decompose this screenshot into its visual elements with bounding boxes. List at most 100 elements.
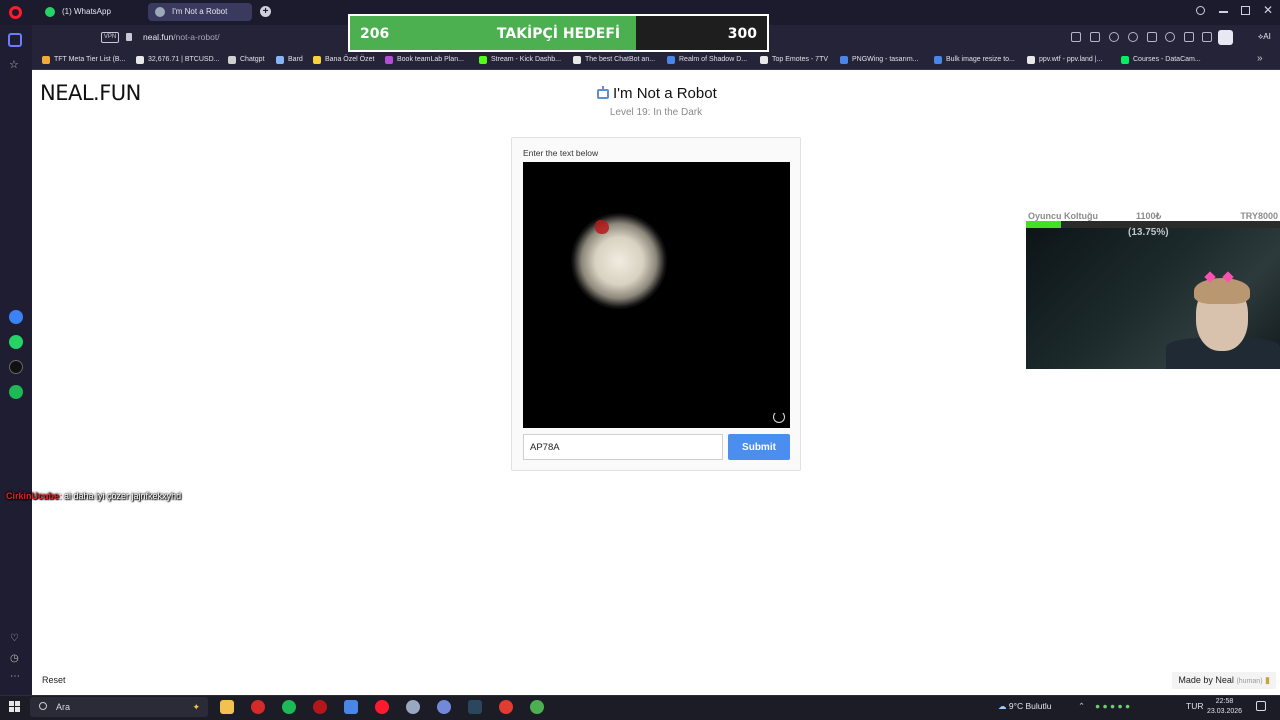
new-tab-button[interactable]: + <box>260 6 271 17</box>
opera-menu-icon[interactable] <box>9 6 22 19</box>
bookmark-item[interactable]: Bulk image resize to... <box>934 54 1015 66</box>
favorites-icon[interactable]: ♡ <box>10 633 19 644</box>
weather-text: 9°C Bulutlu <box>1008 701 1052 711</box>
start-button[interactable] <box>9 701 21 713</box>
bookmark-item[interactable]: The best ChatBot an... <box>573 54 655 66</box>
follower-goal-target: 300 <box>727 26 757 42</box>
captcha-card: Enter the text below Submit <box>511 137 801 471</box>
more-icon[interactable]: ⋯ <box>10 671 20 682</box>
bookmark-item[interactable]: TFT Meta Tier List (B... <box>42 54 125 66</box>
home-icon[interactable] <box>8 33 22 47</box>
reset-button[interactable]: Reset <box>36 673 72 687</box>
neal-fun-logo[interactable]: NEAL.FUN <box>40 81 141 105</box>
bookmarks-overflow-icon[interactable]: » <box>1257 53 1263 64</box>
donation-goal-max: TRY8000 <box>1240 211 1278 221</box>
bookmark-item[interactable]: Chatgpt <box>228 54 265 66</box>
bookmark-favicon-icon <box>42 56 50 64</box>
app-icon[interactable] <box>313 700 327 714</box>
spotify-icon[interactable] <box>9 385 23 399</box>
menu-icon[interactable] <box>1202 32 1212 42</box>
donation-goal-name: Oyuncu Koltuğu <box>1028 211 1098 221</box>
shield-icon[interactable] <box>1109 32 1119 42</box>
opera-taskbar-icon[interactable] <box>375 700 389 714</box>
bookmark-label: Chatgpt <box>240 56 265 63</box>
close-icon[interactable]: ✕ <box>1263 3 1273 17</box>
tray-overflow-icon[interactable]: ⌃ <box>1078 701 1085 712</box>
x-twitter-icon[interactable] <box>9 360 23 374</box>
bookmark-item[interactable]: Stream - Kick Dashb... <box>479 54 561 66</box>
donation-goal-bar: Oyuncu Koltuğu 1100₺ TRY8000 <box>1026 211 1280 228</box>
clock-time: 22:58 <box>1215 698 1234 705</box>
steam-icon[interactable] <box>468 700 482 714</box>
bookmark-favicon-icon <box>313 56 321 64</box>
notification-icon[interactable] <box>1256 701 1266 711</box>
tray-apps-icon[interactable]: ● ● ● ● ● <box>1095 701 1130 711</box>
history-icon[interactable]: ◷ <box>10 653 19 664</box>
cloud-icon: ☁ <box>998 701 1007 711</box>
captcha-answer-input[interactable] <box>523 434 723 460</box>
captcha-image[interactable] <box>523 162 790 428</box>
webcam-feed <box>1026 228 1280 369</box>
tab-label: I'm Not a Robot <box>172 7 228 16</box>
search-icon <box>39 702 47 710</box>
chat-username: CirkinUcube <box>6 491 60 501</box>
bookmark-label: Realm of Shadow D... <box>679 56 748 63</box>
whatsapp-sidebar-icon[interactable] <box>9 335 23 349</box>
url-field[interactable]: neal.fun/not-a-robot/ <box>143 31 220 43</box>
heart-icon[interactable] <box>1165 32 1175 42</box>
neal-fun-page: NEAL.FUN I'm Not a Robot Level 19: In th… <box>32 71 1280 695</box>
bookmark-item[interactable]: Courses - DataCam... <box>1121 54 1201 66</box>
taskbar-clock[interactable]: 22:58 23.03.2026 <box>1207 697 1242 717</box>
minimize-icon[interactable] <box>1219 11 1228 13</box>
bookmark-item[interactable]: Top Emotes - 7TV <box>760 54 828 66</box>
extension-icon[interactable] <box>1128 32 1138 42</box>
bookmark-label: Bana Özel Özet <box>325 56 375 63</box>
bookmark-item[interactable]: Realm of Shadow D... <box>667 54 747 66</box>
bookmark-item[interactable]: Bard <box>276 54 303 66</box>
taskbar-search[interactable]: Ara ✦ <box>30 697 208 717</box>
bookmark-label: The best ChatBot an... <box>585 56 656 63</box>
input-language[interactable]: TUR <box>1186 701 1203 711</box>
lock-icon[interactable] <box>126 33 132 41</box>
refresh-icon[interactable] <box>773 411 785 423</box>
bookmark-item[interactable]: Book teamLab Plan... <box>385 54 464 66</box>
made-by-badge[interactable]: Made by Neal (human) ▮ <box>1172 672 1276 689</box>
weather-widget[interactable]: ☁ 9°C Bulutlu <box>998 701 1052 712</box>
camera-icon[interactable] <box>1090 32 1100 42</box>
tab-not-a-robot[interactable]: I'm Not a Robot <box>148 3 252 21</box>
edit-icon[interactable] <box>1071 32 1081 42</box>
calendar-icon[interactable] <box>344 700 358 714</box>
opera-gx-icon[interactable] <box>251 700 265 714</box>
obs-icon[interactable] <box>499 700 513 714</box>
made-by-text: Made by Neal <box>1178 675 1234 685</box>
bookmark-item[interactable]: 32,676.71 | BTCUSD... <box>136 54 219 66</box>
speed-dial-icon[interactable]: ☆ <box>9 58 19 71</box>
submit-button[interactable]: Submit <box>728 434 790 460</box>
bookmark-item[interactable]: Bana Özel Özet <box>313 54 374 66</box>
messenger-icon[interactable] <box>9 310 23 324</box>
donation-goal-value: 1100₺ <box>1136 211 1162 221</box>
file-explorer-icon[interactable] <box>220 700 234 714</box>
page-title: I'm Not a Robot <box>613 85 717 102</box>
chrome-icon[interactable] <box>530 700 544 714</box>
aria-ai-button[interactable]: ⟡AI <box>1258 32 1271 42</box>
discord-icon[interactable] <box>437 700 451 714</box>
settings-icon[interactable] <box>406 700 420 714</box>
spotify-taskbar-icon[interactable] <box>282 700 296 714</box>
bookmark-item[interactable]: PNGWing - tasarım... <box>840 54 919 66</box>
play-icon[interactable] <box>1147 32 1157 42</box>
bookmark-favicon-icon <box>228 56 236 64</box>
bookmark-favicon-icon <box>840 56 848 64</box>
vpn-badge[interactable]: VPN <box>101 32 119 43</box>
speaker-icon <box>155 7 165 17</box>
search-tabs-icon[interactable] <box>1196 6 1205 15</box>
profile-icon[interactable] <box>1218 30 1233 45</box>
bookmark-item[interactable]: ppv.wtf - ppv.land |... <box>1027 54 1102 66</box>
tab-label: (1) WhatsApp <box>62 7 111 16</box>
bookmark-favicon-icon <box>573 56 581 64</box>
tab-whatsapp[interactable]: (1) WhatsApp <box>38 3 146 21</box>
bookmark-favicon-icon <box>667 56 675 64</box>
donation-goal-fill <box>1026 221 1061 228</box>
download-icon[interactable] <box>1184 32 1194 42</box>
maximize-icon[interactable] <box>1241 6 1250 15</box>
